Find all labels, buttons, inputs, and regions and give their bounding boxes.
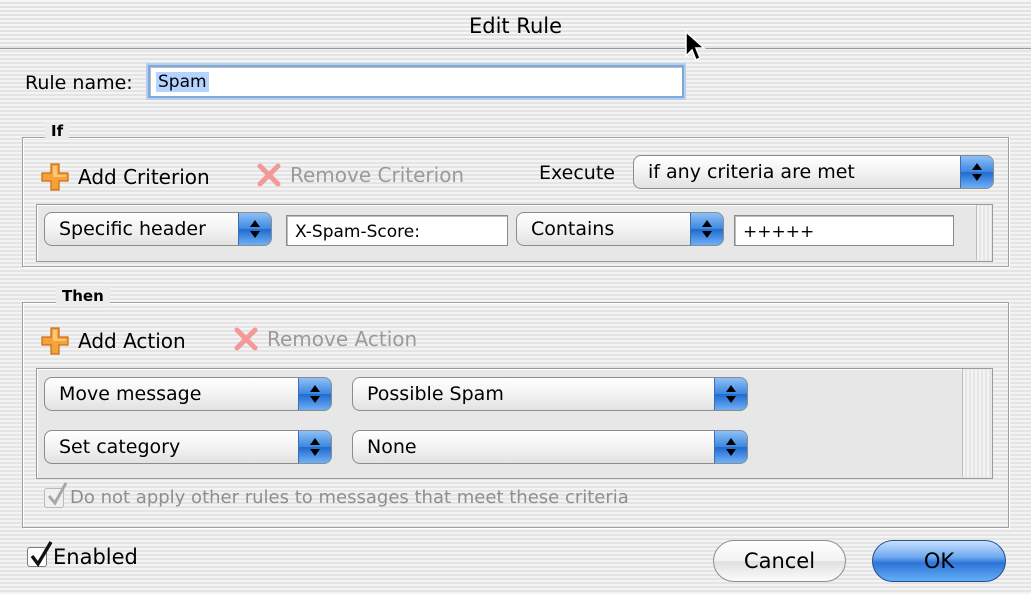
criterion-type-value: Specific header: [59, 218, 206, 240]
plus-icon: [41, 163, 69, 191]
enabled-checkbox[interactable]: [27, 541, 53, 568]
ok-button[interactable]: OK: [872, 540, 1006, 582]
add-criterion-label: Add Criterion: [78, 165, 210, 189]
actions-scrollbar[interactable]: [962, 369, 991, 477]
rule-name-label: Rule name:: [25, 72, 133, 94]
then-group-title: Then: [56, 287, 110, 305]
checkmark-icon: [30, 541, 53, 568]
up-down-arrows-icon: [714, 378, 747, 410]
enabled-checkbox-row[interactable]: Enabled: [27, 541, 138, 569]
action-type-popup-1[interactable]: Move message: [44, 377, 332, 411]
add-action-button[interactable]: Add Action: [40, 326, 186, 356]
x-icon: [234, 327, 258, 351]
action-target-value: Possible Spam: [367, 383, 504, 405]
enabled-label: Enabled: [53, 545, 138, 569]
remove-criterion-button[interactable]: Remove Criterion: [256, 162, 464, 188]
title-bar[interactable]: Edit Rule: [0, 0, 1031, 49]
criterion-operator-popup[interactable]: Contains: [516, 212, 724, 246]
remove-action-button[interactable]: Remove Action: [233, 326, 417, 352]
mouse-pointer-icon: [685, 30, 706, 62]
criterion-type-popup[interactable]: Specific header: [44, 212, 272, 246]
checkmark-icon: [47, 481, 68, 506]
up-down-arrows-icon: [690, 213, 723, 245]
header-name-value: X-Spam-Score:: [295, 222, 420, 242]
action-target-value: None: [367, 436, 417, 458]
up-down-arrows-icon: [298, 431, 331, 463]
x-icon: [257, 163, 281, 187]
rule-name-value: Spam: [156, 72, 209, 92]
action-target-popup-1[interactable]: Possible Spam: [352, 377, 748, 411]
remove-action-label: Remove Action: [267, 327, 418, 351]
add-action-label: Add Action: [78, 329, 186, 353]
criterion-value: +++++: [743, 222, 815, 242]
stop-rules-checkbox-row[interactable]: Do not apply other rules to messages tha…: [44, 481, 629, 508]
stop-rules-label: Do not apply other rules to messages tha…: [70, 487, 629, 508]
window-title: Edit Rule: [468, 14, 563, 38]
plus-icon: [41, 327, 69, 355]
up-down-arrows-icon: [960, 156, 993, 188]
execute-popup[interactable]: if any criteria are met: [633, 155, 994, 189]
criterion-value-input[interactable]: +++++: [734, 215, 954, 246]
up-down-arrows-icon: [298, 378, 331, 410]
action-type-value: Move message: [59, 383, 202, 405]
header-name-input[interactable]: X-Spam-Score:: [286, 215, 508, 246]
up-down-arrows-icon: [714, 431, 747, 463]
action-target-popup-2[interactable]: None: [352, 430, 748, 464]
criteria-scrollbar[interactable]: [976, 205, 992, 260]
cancel-button[interactable]: Cancel: [713, 540, 846, 582]
execute-value: if any criteria are met: [648, 161, 855, 183]
execute-label: Execute: [539, 162, 615, 184]
remove-criterion-label: Remove Criterion: [290, 163, 465, 187]
if-group-title: If: [45, 122, 70, 140]
stop-rules-checkbox[interactable]: [44, 481, 68, 508]
action-type-value: Set category: [59, 436, 181, 458]
criterion-operator-value: Contains: [531, 218, 615, 240]
add-criterion-button[interactable]: Add Criterion: [40, 162, 210, 192]
action-type-popup-2[interactable]: Set category: [44, 430, 332, 464]
rule-name-input[interactable]: Spam: [148, 65, 684, 98]
up-down-arrows-icon: [238, 213, 271, 245]
